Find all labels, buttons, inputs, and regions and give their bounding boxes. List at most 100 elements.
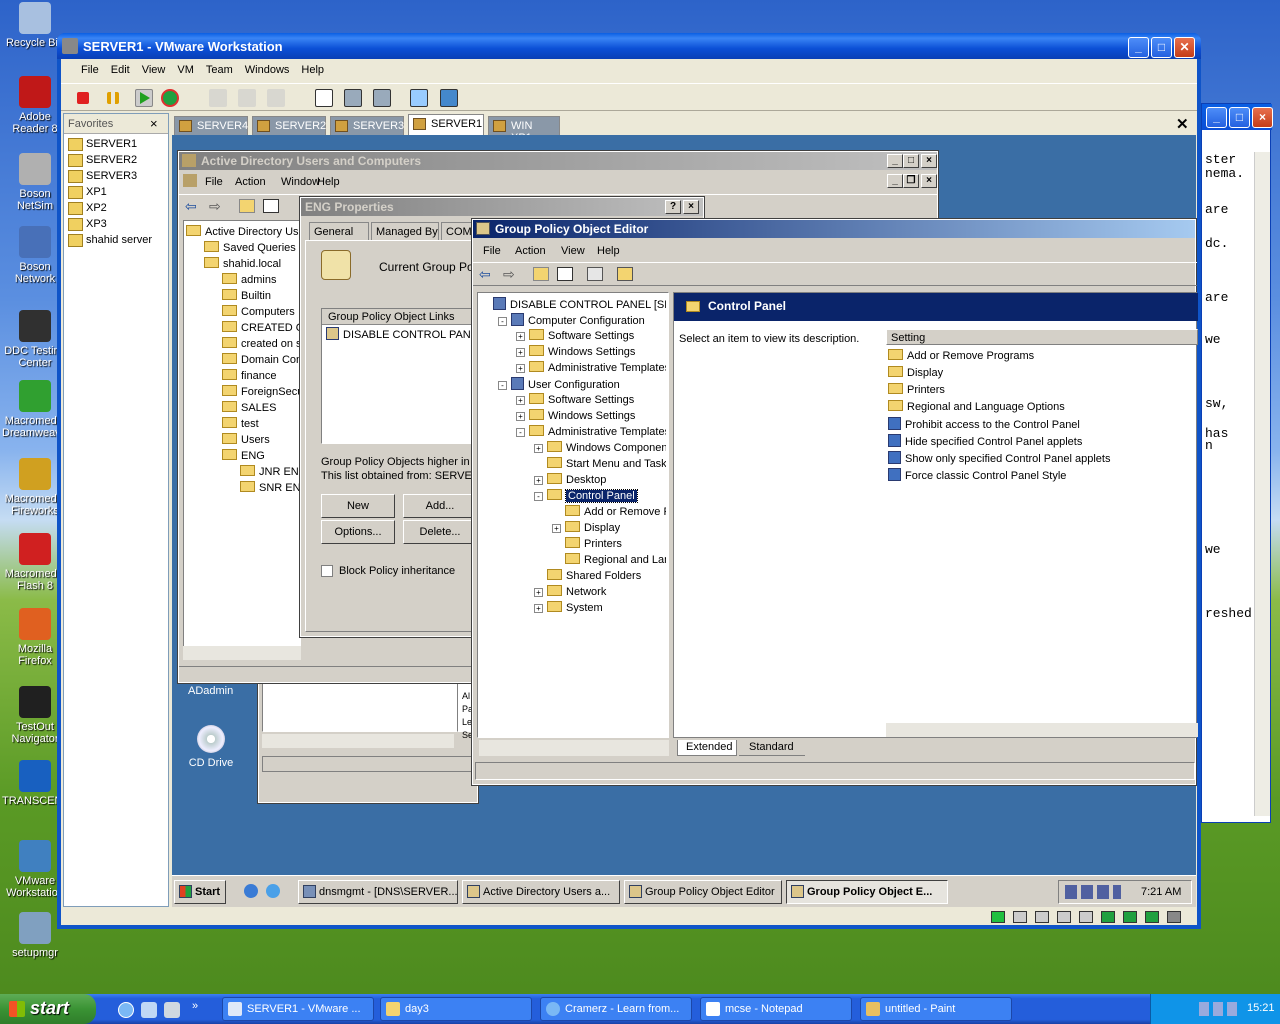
maximize-button[interactable]: □ (1151, 37, 1172, 58)
start-button[interactable]: start (0, 994, 96, 1024)
aduc-tree-item[interactable]: finance (186, 367, 300, 383)
device-floppy-icon[interactable] (1013, 911, 1027, 923)
setting-row[interactable]: Show only specified Control Panel applet… (888, 451, 1196, 468)
network-status-icons[interactable] (1065, 885, 1121, 899)
gpoe-tree-item[interactable]: + Desktop (480, 471, 666, 487)
device-hdd-icon[interactable] (1057, 911, 1071, 923)
aduc-minimize-button[interactable]: _ (887, 154, 903, 168)
device-hdd2-icon[interactable] (1079, 911, 1093, 923)
notepad-close-button[interactable]: × (1252, 107, 1273, 128)
aduc-tree-item[interactable]: test (186, 415, 300, 431)
tray-icons[interactable] (1199, 1002, 1239, 1016)
quicklaunch-outlook-icon[interactable] (141, 1002, 157, 1018)
tab-server2[interactable]: SERVER2 (252, 116, 326, 135)
favorite-item[interactable]: SERVER3 (64, 168, 168, 184)
favorite-item[interactable]: XP1 (64, 184, 168, 200)
menu-file[interactable]: File (75, 59, 105, 76)
aduc-tree-item[interactable]: Domain Cont (186, 351, 305, 367)
aduc-hscroll[interactable] (183, 646, 301, 660)
favorite-item[interactable]: SERVER1 (64, 136, 168, 152)
dns-hscroll[interactable] (262, 734, 454, 748)
expand-icon[interactable]: + (516, 396, 525, 405)
favorites-close-icon[interactable]: × (150, 116, 158, 131)
close-tab-icon[interactable]: ✕ (1176, 115, 1189, 133)
setting-row[interactable]: Regional and Language Options (888, 400, 1196, 417)
aduc-tree-item[interactable]: admins (186, 271, 300, 287)
device-sound-icon[interactable] (1123, 911, 1137, 923)
menu-vm[interactable]: VM (171, 59, 200, 76)
gp-links-list[interactable]: Group Policy Object Links DISABLE CONTRO… (321, 308, 482, 444)
aduc-tree-item[interactable]: CREATED ON (186, 319, 312, 335)
back-arrow-icon[interactable]: ⇦ (185, 198, 197, 215)
new-button[interactable]: New (321, 494, 395, 518)
aduc-child-minimize-button[interactable]: _ (887, 174, 903, 188)
menu-team[interactable]: Team (200, 59, 239, 76)
expand-icon[interactable]: + (534, 588, 543, 597)
power-off-icon[interactable] (77, 92, 89, 104)
aduc-tree-item[interactable]: SALES (186, 399, 300, 415)
close-button[interactable]: ✕ (1174, 37, 1195, 58)
eng-tab-general[interactable]: General (309, 222, 369, 240)
gp-link-item[interactable]: DISABLE CONTROL PAN (326, 327, 471, 341)
gpoe-tree-item[interactable]: + Network (480, 583, 666, 599)
device-cd-icon[interactable] (1035, 911, 1049, 923)
gpoe-tree-item[interactable]: Start Menu and Taskbar (480, 455, 666, 471)
expand-icon[interactable]: + (516, 332, 525, 341)
gpoe-tree-item[interactable]: - User Configuration (480, 375, 666, 391)
gpoe-help-icon[interactable] (617, 267, 633, 281)
expand-icon[interactable]: + (534, 476, 543, 485)
gpoe-tree-item[interactable]: DISABLE CONTROL PANEL [SERVER (480, 295, 666, 311)
quicklaunch-more-icon[interactable]: » (192, 1000, 198, 1012)
aduc-menu-window[interactable]: Help (317, 176, 340, 188)
gpoe-tree-item[interactable]: Add or Remove Pro (480, 503, 666, 519)
favorite-item[interactable]: SERVER2 (64, 152, 168, 168)
reset-icon[interactable] (161, 89, 179, 107)
gpoe-menu-help[interactable]: Help (597, 245, 620, 257)
quicklaunch-ie-icon[interactable] (266, 884, 280, 898)
notepad-maximize-button[interactable]: □ (1229, 107, 1250, 128)
gpoe-tree-item[interactable]: + Windows Components (480, 439, 666, 455)
collapse-icon[interactable]: - (516, 428, 525, 437)
menu-edit[interactable]: Edit (105, 59, 136, 76)
aduc-child-close-button[interactable]: × (921, 174, 937, 188)
device-network-icon[interactable] (991, 911, 1005, 923)
minimize-button[interactable]: _ (1128, 37, 1149, 58)
aduc-tree-item[interactable]: Saved Queries (186, 239, 300, 255)
aduc-tree-item[interactable]: Computers (186, 303, 300, 319)
quicklaunch-desktop-icon[interactable] (244, 884, 258, 898)
eng-tab-managed-by[interactable]: Managed By (371, 222, 439, 240)
tab-server3[interactable]: SERVER3 (330, 116, 404, 135)
gpoe-window[interactable]: Group Policy Object Editor File Action V… (471, 218, 1198, 786)
setting-row[interactable]: Prohibit access to the Control Panel (888, 417, 1196, 434)
eng-close-button[interactable]: × (683, 200, 699, 214)
guest-screen[interactable]: SERVER4 SERVER2 SERVER3 SERVER1 WIN XP1 … (172, 113, 1198, 907)
quicklaunch-ie-icon[interactable] (118, 1002, 134, 1018)
task-day3[interactable]: day3 (380, 997, 532, 1021)
expand-icon[interactable]: + (516, 364, 525, 373)
gpoe-tree-item[interactable]: Shared Folders (480, 567, 666, 583)
up-folder-icon[interactable] (239, 199, 255, 213)
favorite-item[interactable]: XP2 (64, 200, 168, 216)
aduc-menu-file[interactable]: File (205, 176, 223, 188)
device-serial-icon[interactable] (1145, 911, 1159, 923)
device-message-icon[interactable] (1167, 911, 1181, 923)
expand-icon[interactable]: + (516, 348, 525, 357)
tab-winxp1[interactable]: WIN XP1 (488, 116, 560, 144)
aduc-tree-item[interactable]: ENG (186, 447, 300, 463)
gpoe-tree-hscroll[interactable] (479, 740, 669, 756)
aduc-tree-item[interactable]: SNR ENG (186, 479, 309, 495)
gp-links-header[interactable]: Group Policy Object Links (322, 309, 482, 325)
revert-snapshot-icon[interactable] (238, 89, 256, 107)
guest-task-aduc[interactable]: Active Directory Users a... (462, 880, 620, 904)
setting-row[interactable]: Add or Remove Programs (888, 349, 1196, 366)
gpoe-tree-item[interactable]: Printers (480, 535, 666, 551)
collapse-icon[interactable]: - (534, 492, 543, 501)
aduc-tree-item[interactable]: ForeignSecu (186, 383, 303, 399)
gpoe-back-icon[interactable]: ⇦ (479, 266, 491, 283)
favorite-item[interactable]: shahid server (64, 232, 168, 248)
guest-icon-cd-drive[interactable]: CD Drive (186, 725, 236, 769)
show-tree-icon[interactable] (263, 199, 279, 213)
gpoe-tree-item[interactable]: + Software Settings (480, 327, 666, 343)
aduc-tree-item[interactable]: Builtin (186, 287, 300, 303)
gpoe-tree-item[interactable]: + Administrative Templates (480, 359, 666, 375)
